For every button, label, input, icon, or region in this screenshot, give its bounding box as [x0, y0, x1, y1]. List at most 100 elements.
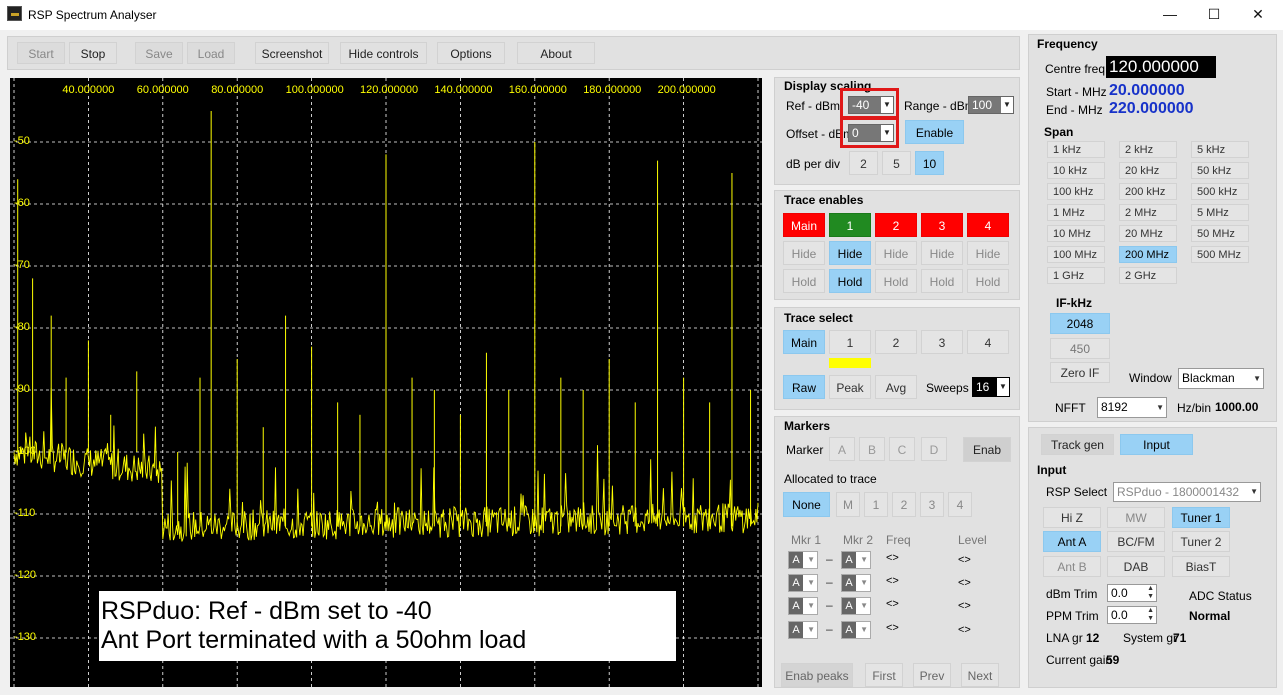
first-peak-button[interactable]: First	[865, 663, 903, 687]
span-10-mhz-button[interactable]: 10 MHz	[1047, 225, 1105, 242]
track-gen-tab[interactable]: Track gen	[1041, 434, 1114, 455]
marker-b-button[interactable]: B	[859, 437, 885, 461]
alloc-1-button[interactable]: 1	[864, 492, 888, 517]
marker-row-3-mkr1-select[interactable]: A ▼	[788, 597, 818, 615]
marker-row-3-mkr2-select[interactable]: A ▼	[841, 597, 871, 615]
hide-trace-4-button[interactable]: Hide	[967, 241, 1009, 265]
span-10-khz-button[interactable]: 10 kHz	[1047, 162, 1105, 179]
alloc-main-button[interactable]: M	[836, 492, 860, 517]
stop-button[interactable]: Stop	[69, 42, 117, 64]
rsp-select[interactable]: RSPduo - 1800001432 ▼	[1113, 482, 1261, 502]
span-1-khz-button[interactable]: 1 kHz	[1047, 141, 1105, 158]
span-2-mhz-button[interactable]: 2 MHz	[1119, 204, 1177, 221]
span-50-khz-button[interactable]: 50 kHz	[1191, 162, 1249, 179]
marker-row-1-mkr2-select[interactable]: A ▼	[841, 551, 871, 569]
about-button[interactable]: About	[517, 42, 595, 64]
minimize-button[interactable]: —	[1156, 4, 1184, 24]
offset-dbm-select[interactable]: 0 ▼	[848, 124, 894, 142]
trace-select-2[interactable]: 2	[875, 330, 917, 354]
span-20-mhz-button[interactable]: 20 MHz	[1119, 225, 1177, 242]
hold-trace-1-button[interactable]: Hold	[829, 269, 871, 293]
options-button[interactable]: Options	[437, 42, 505, 64]
maximize-button[interactable]: ☐	[1200, 4, 1228, 24]
marker-row-4-mkr1-select[interactable]: A ▼	[788, 621, 818, 639]
span-1-ghz-button[interactable]: 1 GHz	[1047, 267, 1105, 284]
raw-button[interactable]: Raw	[783, 375, 825, 399]
zero-if-button[interactable]: Zero IF	[1050, 362, 1110, 383]
span-200-khz-button[interactable]: 200 kHz	[1119, 183, 1177, 200]
span-100-khz-button[interactable]: 100 kHz	[1047, 183, 1105, 200]
dbm-trim-spinner[interactable]: 0.0 ▲ ▼	[1107, 584, 1157, 602]
nfft-select[interactable]: 8192 ▼	[1097, 397, 1167, 418]
span-5-mhz-button[interactable]: 5 MHz	[1191, 204, 1249, 221]
span-500-mhz-button[interactable]: 500 MHz	[1191, 246, 1249, 263]
span-1-mhz-button[interactable]: 1 MHz	[1047, 204, 1105, 221]
alloc-4-button[interactable]: 4	[948, 492, 972, 517]
span-2-ghz-button[interactable]: 2 GHz	[1119, 267, 1177, 284]
tuner-2-button[interactable]: Tuner 2	[1172, 531, 1230, 552]
span-500-khz-button[interactable]: 500 kHz	[1191, 183, 1249, 200]
marker-row-4-mkr2-select[interactable]: A ▼	[841, 621, 871, 639]
bias-t-button[interactable]: BiasT	[1172, 556, 1230, 577]
hide-trace-1-button[interactable]: Hide	[829, 241, 871, 265]
enab-peaks-button[interactable]: Enab peaks	[781, 663, 853, 687]
alloc-2-button[interactable]: 2	[892, 492, 916, 517]
trace-select-main[interactable]: Main	[783, 330, 825, 354]
hide-trace-2-button[interactable]: Hide	[875, 241, 917, 265]
span-20-khz-button[interactable]: 20 kHz	[1119, 162, 1177, 179]
ant-a-button[interactable]: Ant A	[1043, 531, 1101, 552]
offset-enable-button[interactable]: Enable	[905, 120, 964, 144]
db-per-div-2-button[interactable]: 2	[849, 151, 878, 175]
marker-row-2-mkr2-select[interactable]: A ▼	[841, 574, 871, 592]
range-dbm-select[interactable]: 100 ▼	[968, 96, 1014, 114]
start-button[interactable]: Start	[17, 42, 65, 64]
hide-trace-3-button[interactable]: Hide	[921, 241, 963, 265]
if-450-button[interactable]: 450	[1050, 338, 1110, 359]
centre-freq-input[interactable]: 120.000000	[1106, 56, 1216, 78]
ref-dbm-select[interactable]: -40 ▼	[848, 96, 894, 114]
marker-a-button[interactable]: A	[829, 437, 855, 461]
dab-button[interactable]: DAB	[1107, 556, 1165, 577]
if-2048-button[interactable]: 2048	[1050, 313, 1110, 334]
input-tab[interactable]: Input	[1120, 434, 1193, 455]
window-select[interactable]: Blackman ▼	[1178, 368, 1264, 389]
trace-select-4[interactable]: 4	[967, 330, 1009, 354]
hold-trace-4-button[interactable]: Hold	[967, 269, 1009, 293]
tuner-1-button[interactable]: Tuner 1	[1172, 507, 1230, 528]
ppm-trim-spinner[interactable]: 0.0 ▲ ▼	[1107, 606, 1157, 624]
avg-button[interactable]: Avg	[875, 375, 917, 399]
marker-row-2-mkr1-select[interactable]: A ▼	[788, 574, 818, 592]
hide-controls-button[interactable]: Hide controls	[340, 42, 427, 64]
marker-enab-button[interactable]: Enab	[963, 437, 1011, 462]
hold-trace-main-button[interactable]: Hold	[783, 269, 825, 293]
trace-select-1[interactable]: 1	[829, 330, 871, 354]
prev-peak-button[interactable]: Prev	[913, 663, 951, 687]
screenshot-button[interactable]: Screenshot	[255, 42, 329, 64]
trace-enable-3[interactable]: 3	[921, 213, 963, 237]
load-button[interactable]: Load	[187, 42, 235, 64]
hi-z-button[interactable]: Hi Z	[1043, 507, 1101, 528]
bc-fm-button[interactable]: BC/FM	[1107, 531, 1165, 552]
span-100-mhz-button[interactable]: 100 MHz	[1047, 246, 1105, 263]
alloc-none-button[interactable]: None	[783, 492, 830, 517]
save-button[interactable]: Save	[135, 42, 183, 64]
peak-button[interactable]: Peak	[829, 375, 871, 399]
sweeps-select[interactable]: 16 ▼	[972, 377, 1010, 397]
alloc-3-button[interactable]: 3	[920, 492, 944, 517]
trace-enable-1[interactable]: 1	[829, 213, 871, 237]
hold-trace-3-button[interactable]: Hold	[921, 269, 963, 293]
trace-enable-main[interactable]: Main	[783, 213, 825, 237]
marker-row-1-mkr1-select[interactable]: A ▼	[788, 551, 818, 569]
span-5-khz-button[interactable]: 5 kHz	[1191, 141, 1249, 158]
close-button[interactable]: ✕	[1244, 4, 1272, 24]
hold-trace-2-button[interactable]: Hold	[875, 269, 917, 293]
marker-c-button[interactable]: C	[889, 437, 915, 461]
span-200-mhz-button[interactable]: 200 MHz	[1119, 246, 1177, 263]
marker-d-button[interactable]: D	[921, 437, 947, 461]
next-peak-button[interactable]: Next	[961, 663, 999, 687]
span-2-khz-button[interactable]: 2 kHz	[1119, 141, 1177, 158]
trace-enable-2[interactable]: 2	[875, 213, 917, 237]
span-50-mhz-button[interactable]: 50 MHz	[1191, 225, 1249, 242]
trace-enable-4[interactable]: 4	[967, 213, 1009, 237]
hide-trace-main-button[interactable]: Hide	[783, 241, 825, 265]
